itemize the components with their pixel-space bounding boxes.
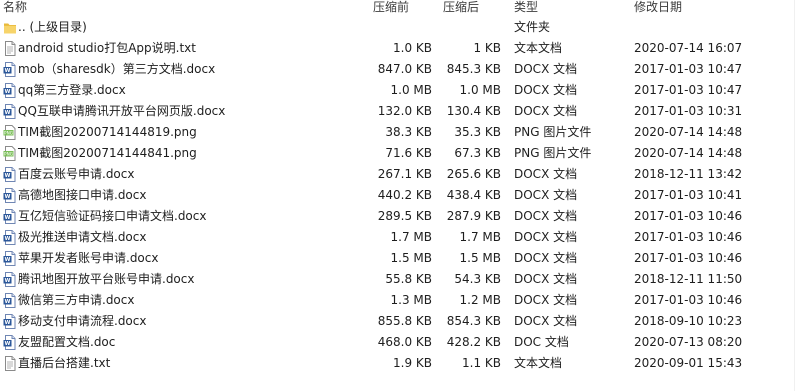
column-size-after[interactable]: 压缩后 [443,0,479,17]
file-type: 文本文档 [514,356,563,370]
size-after: 1.5 MB [459,251,501,265]
file-row[interactable]: W 极光推送申请文档.docx 1.7 MB 1.7 MB DOCX 文档 2017-01… [0,227,795,248]
column-size-before[interactable]: 压缩前 [373,0,409,17]
file-type: DOCX 文档 [514,251,578,265]
file-type: DOCX 文档 [514,272,578,286]
size-after: 130.4 KB [446,104,501,118]
file-row[interactable]: android studio打包App说明.txt 1.0 KB 1 KB 文本文档 2… [0,38,795,59]
column-header: 名称 压缩前 压缩后 类型 修改日期 [0,0,795,17]
modified-date: 2017-01-03 10:31 [634,104,743,118]
modified-date: 2020-09-01 15:43 [634,356,743,370]
size-after: 1.0 MB [459,83,501,97]
modified-date: 2017-01-03 10:46 [634,209,743,223]
modified-date: 2020-07-13 08:20 [634,335,743,349]
file-row[interactable]: .. (上级目录) 文件夹 [0,17,795,38]
file-type: 文本文档 [514,41,563,55]
file-type: PNG 图片文件 [514,125,592,139]
file-row[interactable]: PNG TIM截图20200714144819.png 38.3 KB 35.3 KB… [0,122,795,143]
size-after: 1 KB [473,41,501,55]
size-after: 265.6 KB [446,167,501,181]
size-after: 67.3 KB [454,146,501,160]
size-after: 428.2 KB [446,335,501,349]
file-type: DOCX 文档 [514,230,578,244]
file-type: DOCX 文档 [514,167,578,181]
column-type[interactable]: 类型 [514,0,538,17]
size-after: 287.9 KB [446,209,501,223]
file-row[interactable]: W 百度云账号申请.docx 267.1 KB 265.6 KB DOCX 文档 2018… [0,164,795,185]
file-row[interactable]: W 苹果开发者账号申请.docx 1.5 MB 1.5 MB DOCX 文档 2017-0… [0,248,795,269]
file-type: DOCX 文档 [514,83,578,97]
file-type: DOCX 文档 [514,188,578,202]
modified-date: 2017-01-03 10:41 [634,188,743,202]
file-type: 文件夹 [514,20,551,34]
file-row[interactable]: W 移动支付申请流程.docx 855.8 KB 854.3 KB DOCX 文档 201… [0,311,795,332]
modified-date: 2018-12-11 11:50 [634,272,743,286]
modified-date: 2017-01-03 10:46 [634,251,743,265]
size-after: 845.3 KB [446,62,501,76]
file-row[interactable]: PNG TIM截图20200714144841.png 71.6 KB 67.3 KB… [0,143,795,164]
modified-date: 2018-09-10 10:23 [634,314,743,328]
file-type: DOCX 文档 [514,209,578,223]
modified-date: 2017-01-03 10:46 [634,230,743,244]
file-row[interactable]: Wmob（sharesdk）第三方文档.docx 847.0 KB 845.3 KB… [0,59,795,80]
size-after: 35.3 KB [454,125,501,139]
size-after: 1.1 KB [462,356,501,370]
file-row[interactable]: W 友盟配置文档.doc 468.0 KB 428.2 KB DOC 文档 2020-07… [0,332,795,353]
file-row[interactable]: W 微信第三方申请.docx 1.3 MB 1.2 MB DOCX 文档 2017-01-… [0,290,795,311]
file-row[interactable]: W 互亿短信验证码接口申请文档.docx 289.5 KB 287.9 KB DOCX … [0,206,795,227]
modified-date: 2017-01-03 10:46 [634,293,743,307]
column-modified[interactable]: 修改日期 [634,0,682,17]
modified-date: 2020-07-14 16:07 [634,41,743,55]
modified-date: 2020-07-14 14:48 [634,125,743,139]
size-after: 854.3 KB [446,314,501,328]
file-row[interactable]: Wqq第三方登录.docx 1.0 MB 1.0 MB DOCX 文档 2017-01-… [0,80,795,101]
modified-date: 2017-01-03 10:47 [634,83,743,97]
file-row[interactable]: W 腾讯地图开放平台账号申请.docx 55.8 KB 54.3 KB DOCX 文档 2… [0,269,795,290]
file-type: PNG 图片文件 [514,146,592,160]
size-after: 54.3 KB [454,272,501,286]
file-type: DOCX 文档 [514,104,578,118]
file-type: DOCX 文档 [514,293,578,307]
file-type: DOC 文档 [514,335,569,349]
size-after [0,17,501,38]
modified-date: 2018-12-11 13:42 [634,167,743,181]
file-row[interactable]: W 高德地图接口申请.docx 440.2 KB 438.4 KB DOCX 文档 201… [0,185,795,206]
file-type: DOCX 文档 [514,62,578,76]
size-after: 1.7 MB [459,230,501,244]
column-name[interactable]: 名称 [3,0,27,17]
file-row[interactable]: 直播后台搭建.txt 1.9 KB 1.1 KB 文本文档 2020-09-01 15:… [0,353,795,374]
size-after: 438.4 KB [446,188,501,202]
size-after: 1.2 MB [459,293,501,307]
file-type: DOCX 文档 [514,314,578,328]
file-row[interactable]: W QQ互联申请腾讯开放平台网页版.docx 132.0 KB 130.4 KB DOC… [0,101,795,122]
modified-date: 2020-07-14 14:48 [634,146,743,160]
modified-date: 2017-01-03 10:47 [634,62,743,76]
